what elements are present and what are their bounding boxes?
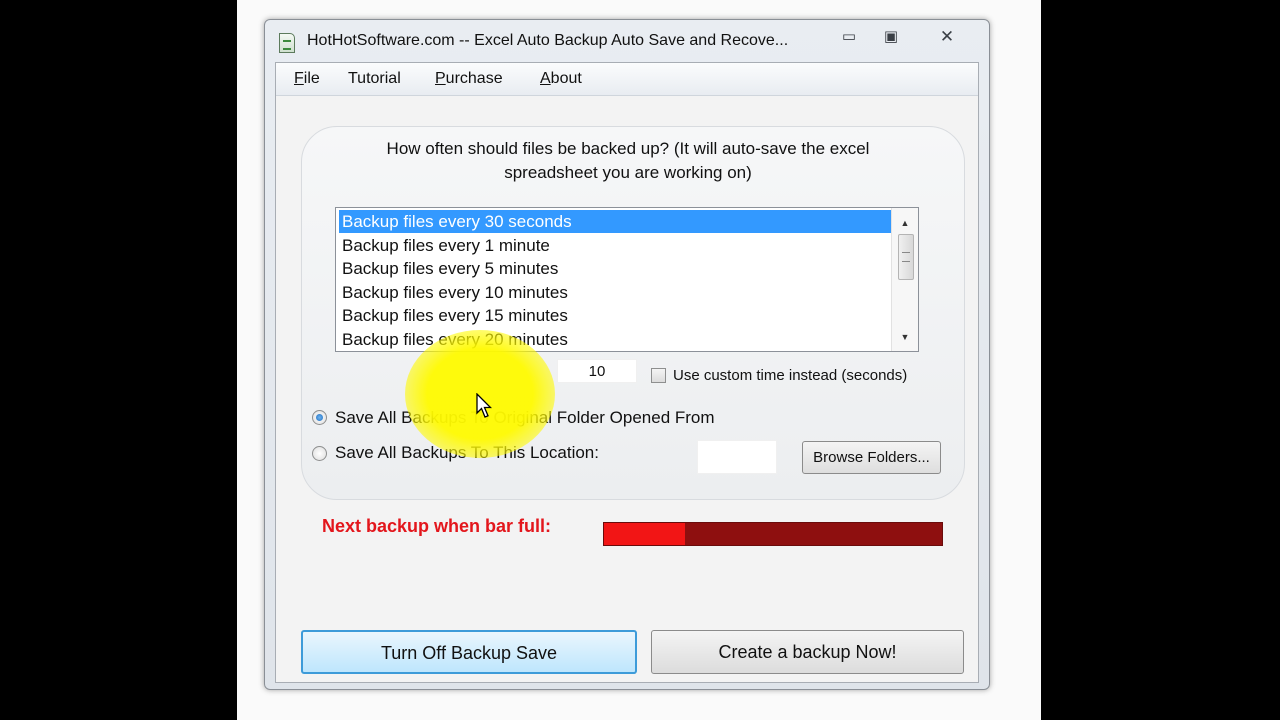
menu-about[interactable]: About (540, 70, 582, 88)
listbox-scrollbar[interactable]: ▲ ▼ (891, 208, 918, 351)
custom-seconds-input[interactable]: 10 (557, 359, 637, 383)
menu-file-accel: F (294, 70, 304, 87)
close-icon[interactable]: ✕ (927, 26, 967, 48)
custom-time-label: Use custom time instead (seconds) (673, 367, 908, 384)
browse-folders-button[interactable]: Browse Folders... (802, 441, 941, 474)
list-item[interactable]: Backup files every 30 seconds (339, 210, 891, 233)
radio-custom-location[interactable] (312, 446, 327, 461)
window-title: HotHotSoftware.com -- Excel Auto Backup … (307, 32, 789, 49)
app-window: HotHotSoftware.com -- Excel Auto Backup … (264, 19, 990, 690)
backup-progress-bar (603, 522, 943, 546)
menu-file-label: ile (303, 70, 320, 87)
radio-custom-location-label: Save All Backups To This Location: (335, 443, 599, 462)
location-path-input[interactable] (697, 440, 777, 474)
list-item[interactable]: Backup files every 10 minutes (339, 281, 891, 304)
client-area: File Tutorial Purchase About How often s… (275, 62, 979, 683)
list-item[interactable]: Backup files every 5 minutes (339, 257, 891, 280)
interval-question: How often should files be backed up? (It… (316, 137, 940, 185)
excel-file-icon (279, 33, 295, 53)
menu-about-label: bout (550, 70, 582, 87)
menu-purchase-label: urchase (445, 70, 503, 87)
minimize-icon[interactable]: ▭ (833, 26, 865, 48)
scroll-up-icon[interactable]: ▲ (896, 214, 914, 232)
list-item[interactable]: Backup files every 20 minutes (339, 328, 891, 351)
turn-off-backup-button[interactable]: Turn Off Backup Save (301, 630, 637, 674)
backup-progress-fill (604, 523, 686, 545)
mouse-pointer-icon (476, 393, 492, 418)
maximize-icon[interactable]: ▣ (875, 26, 907, 48)
menu-tutorial-label: Tutorial (348, 70, 401, 87)
list-item[interactable]: Backup files every 1 minute (339, 234, 891, 257)
question-line-1: How often should files be backed up? (It… (386, 139, 870, 158)
menu-purchase[interactable]: Purchase (435, 70, 503, 88)
radio-original-folder-label: Save All Backups To Original Folder Open… (335, 408, 715, 427)
next-backup-label: Next backup when bar full: (322, 516, 552, 536)
menu-tutorial[interactable]: Tutorial (348, 70, 401, 88)
menu-file[interactable]: File (294, 70, 320, 88)
menu-bar: File Tutorial Purchase About (276, 63, 978, 96)
menu-purchase-accel: P (435, 70, 446, 87)
interval-listbox[interactable]: Backup files every 30 seconds Backup fil… (335, 207, 919, 352)
title-bar[interactable]: HotHotSoftware.com -- Excel Auto Backup … (265, 20, 989, 62)
question-line-2: spreadsheet you are working on) (504, 163, 752, 182)
create-backup-now-button[interactable]: Create a backup Now! (651, 630, 964, 674)
list-item[interactable]: Backup files every 15 minutes (339, 304, 891, 327)
menu-about-accel: A (540, 70, 551, 87)
custom-time-checkbox[interactable] (651, 368, 666, 383)
scroll-down-icon[interactable]: ▼ (896, 328, 914, 346)
radio-original-folder[interactable] (312, 410, 327, 425)
scroll-thumb[interactable] (898, 234, 914, 280)
